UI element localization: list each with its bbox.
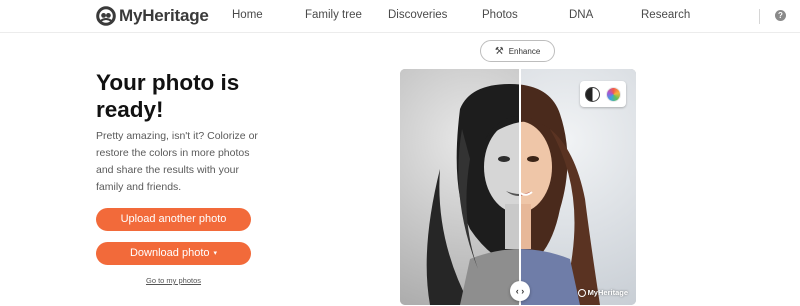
nav-item-home[interactable]: Home: [232, 9, 263, 21]
myheritage-watermark-icon: [577, 288, 586, 297]
watermark-text: MyHeritage: [587, 288, 628, 297]
comparison-divider-line: [519, 69, 521, 305]
enhance-button[interactable]: ⚒ Enhance: [480, 40, 555, 62]
nav-item-discoveries[interactable]: Discoveries: [388, 9, 447, 21]
main-navigation: Home Family tree Discoveries Photos DNA …: [0, 9, 800, 25]
comparison-slider-handle[interactable]: ‹ ›: [510, 281, 530, 301]
myheritage-watermark: MyHeritage: [577, 288, 628, 297]
upload-another-photo-button[interactable]: Upload another photo: [96, 208, 251, 231]
nav-item-research[interactable]: Research: [641, 9, 690, 21]
photo-comparison-viewer[interactable]: MyHeritage ‹ ›: [400, 69, 636, 305]
download-photo-label: Download photo: [129, 247, 210, 259]
nav-item-photos[interactable]: Photos: [482, 9, 518, 21]
go-to-my-photos-link[interactable]: Go to my photos: [96, 276, 251, 285]
nav-divider: [759, 9, 760, 24]
magic-wand-icon: ⚒: [494, 45, 504, 57]
help-icon[interactable]: ?: [775, 10, 786, 21]
page-description: Pretty amazing, isn't it? Colorize or re…: [96, 130, 258, 193]
nav-item-dna[interactable]: DNA: [569, 9, 593, 21]
nav-item-family-tree[interactable]: Family tree: [305, 9, 362, 21]
download-photo-button[interactable]: Download photo ▾: [96, 242, 251, 265]
black-white-mode-icon[interactable]: [585, 86, 601, 102]
color-mode-toolbar: [580, 81, 626, 107]
color-mode-icon[interactable]: [605, 86, 621, 102]
top-navigation-bar: MyHeritage Home Family tree Discoveries …: [0, 0, 800, 33]
chevron-down-icon: ▾: [213, 250, 218, 257]
page-title: Your photo is ready!: [96, 70, 240, 122]
enhance-label: Enhance: [508, 46, 541, 56]
